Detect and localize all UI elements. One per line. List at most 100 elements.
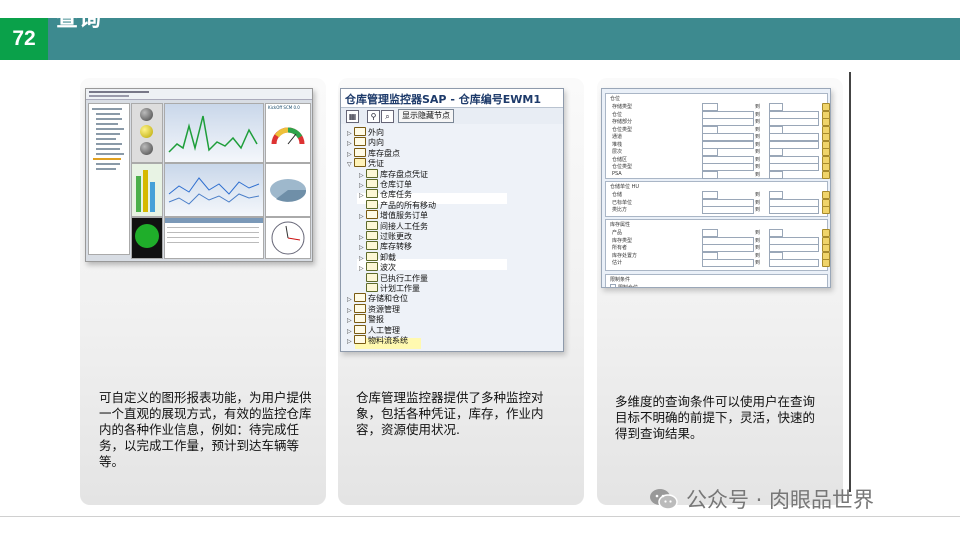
query-field-from-input[interactable] (702, 259, 754, 267)
filter-icon[interactable]: ⚲ (367, 110, 380, 123)
folder-icon (366, 210, 378, 220)
to-label: 到 (755, 104, 761, 110)
bar-chart (131, 163, 163, 217)
multiple-selection-icon[interactable] (822, 163, 830, 171)
folder-icon (354, 314, 366, 324)
multiple-selection-icon[interactable] (822, 170, 830, 179)
query-field-label: 库存类型 (612, 237, 633, 244)
to-label: 到 (755, 171, 761, 178)
folder-icon (354, 303, 366, 313)
tree-node-label: 内向 (368, 138, 384, 148)
to-label: 到 (755, 230, 761, 236)
to-label: 到 (755, 126, 761, 133)
multiple-selection-icon[interactable] (822, 229, 830, 237)
find-icon[interactable]: ⌕ (381, 110, 394, 123)
folder-icon (354, 137, 366, 147)
tree-node-label: 间接人工任务 (380, 221, 428, 231)
watermark-text: 公众号 · 肉眼品世界 (686, 488, 875, 512)
tree-node[interactable]: ▽ 凭证 (347, 158, 384, 169)
tree-node[interactable]: ▷ 仓库订单 (359, 179, 412, 190)
document-icon (366, 168, 378, 178)
watermark: 公众号 · 肉眼品世界 (648, 484, 874, 514)
multi-line-chart (164, 163, 264, 217)
card-description-monitor: 仓库管理监控器提供了多种监控对象，包括各种凭证，库存，作业内容，资源使用状况. (356, 390, 544, 437)
tree-node[interactable]: ▷ 人工管理 (347, 324, 400, 336)
query-group-title: 限制条件 (610, 277, 631, 283)
multiple-selection-icon[interactable] (822, 191, 830, 199)
query-field-label: 所有者 (612, 245, 628, 251)
query-field-to-input[interactable] (769, 170, 783, 179)
folder-icon (354, 158, 366, 168)
header-bar (0, 18, 960, 60)
kpi-title: KickOff SCM 0.0 (268, 105, 300, 110)
tree-node-label: 库存盘点 (368, 148, 400, 158)
folder-icon (354, 147, 366, 157)
show-hide-nodes-button[interactable]: 显示隐藏节点 (398, 109, 454, 123)
document-icon (366, 272, 378, 282)
expand-arrow-icon[interactable]: ▷ (347, 336, 354, 347)
query-field-label: 存储类型 (612, 104, 633, 110)
page-title: 查询 (56, 7, 103, 32)
collapse-arrow-icon[interactable]: ▽ (347, 159, 354, 170)
multiple-selection-icon[interactable] (822, 118, 830, 126)
query-field-label: 估计 (612, 260, 623, 266)
document-icon (366, 220, 378, 230)
tree-node-label: 外向 (368, 128, 384, 137)
tree-node[interactable]: ▷ 仓库任务 (359, 189, 412, 200)
tree-node-label: 库存转移 (380, 242, 412, 252)
multiple-selection-icon[interactable] (822, 259, 830, 267)
restrict-checkbox[interactable] (610, 284, 616, 287)
tree-node-label: 资源管理 (368, 304, 400, 314)
tree-node[interactable]: ▷ 库存盘点凭证 (359, 168, 428, 180)
tree-node[interactable]: ▷ 外向 (347, 127, 384, 138)
multiple-selection-icon[interactable] (822, 103, 830, 111)
tree-node[interactable]: ▷ 资源管理 (347, 303, 400, 315)
tree-node-label: 卸载 (380, 252, 396, 262)
to-label: 到 (755, 134, 761, 140)
query-field-from-input[interactable] (702, 170, 718, 179)
tree-node-label: 波次 (380, 263, 396, 273)
tree-node[interactable]: ▷ 卸载 (359, 251, 396, 263)
status-indicator (131, 217, 163, 259)
tree-node-label: 警报 (368, 315, 384, 325)
to-label: 到 (755, 260, 761, 266)
tree-node[interactable]: 计划工作量 (359, 283, 420, 294)
tree-node[interactable]: 间接人工任务 (359, 220, 428, 232)
multiple-selection-icon[interactable] (822, 133, 830, 141)
query-screenshot: 仓位 存储类型到仓位到存储部分到仓位类型到通道到堆栈到层次到仓储区到仓位类型到 PS… (601, 88, 831, 288)
query-field-to-input[interactable] (769, 206, 819, 214)
tree-node[interactable]: ▷ 物料流系统 (347, 335, 408, 346)
tree-node[interactable]: 已执行工作量 (359, 272, 428, 284)
tree-node[interactable]: ▷ 警报 (347, 314, 384, 325)
to-label: 到 (755, 192, 761, 198)
tree-node-label: 仓库任务 (380, 190, 412, 200)
to-label: 到 (755, 237, 761, 244)
tree-node[interactable]: ▷ 过账更改 (359, 231, 412, 242)
query-field-from-input[interactable] (702, 206, 754, 214)
query-field-label: 层次 (612, 149, 623, 155)
monitor-screenshot: 仓库管理监控器SAP - 仓库编号EWM1 ▦ ⚲ ⌕ 显示隐藏节点 ▷ 外向 ▷ 内… (340, 88, 564, 352)
tree-node[interactable]: ▷ 增值服务订单 (359, 210, 428, 221)
query-field-label: 仓位类型 (612, 126, 633, 133)
query-field-label: 仓储区 (612, 156, 628, 163)
query-field-label: 库存处置方 (612, 252, 638, 259)
multiple-selection-icon[interactable] (822, 244, 830, 252)
multiple-selection-icon[interactable] (822, 206, 830, 214)
tree-node[interactable]: ▷ 波次 (359, 262, 396, 273)
monitor-toolbar: ▦ ⚲ ⌕ 显示隐藏节点 (341, 107, 563, 125)
multiple-selection-icon[interactable] (822, 148, 830, 156)
folder-icon (354, 324, 366, 334)
tree-node[interactable]: ▷ 库存转移 (359, 241, 412, 252)
query-field-label: 堆栈 (612, 141, 623, 148)
document-icon (366, 189, 378, 199)
dashboard-screenshot: KickOff SCM 0.0 (85, 88, 313, 262)
tree-node[interactable]: ▷ 库存盘点 (347, 147, 400, 159)
document-icon (366, 179, 378, 188)
layout-icon[interactable]: ▦ (346, 110, 359, 123)
query-group: 库存属性 产品到库存类型到所有者到库存处置方到估计到 (605, 219, 830, 271)
tree-node[interactable]: 产品的所有移动 (359, 199, 436, 211)
tree-node[interactable]: ▷ 存储和仓位 (347, 293, 408, 304)
tree-node[interactable]: ▷ 内向 (347, 137, 384, 148)
to-label: 到 (755, 252, 761, 259)
query-field-to-input[interactable] (769, 259, 819, 267)
